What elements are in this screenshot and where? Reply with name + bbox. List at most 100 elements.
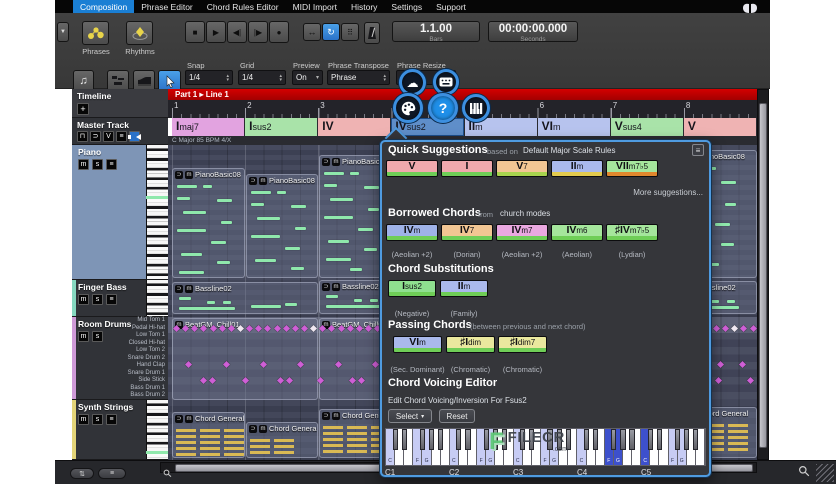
black-key[interactable] bbox=[593, 429, 599, 450]
view-mode-button[interactable]: ≡ bbox=[98, 468, 126, 479]
black-key[interactable] bbox=[419, 429, 426, 450]
black-key[interactable] bbox=[684, 429, 690, 450]
borrowed-chords-source[interactable]: church modes bbox=[500, 209, 550, 218]
quick-chord-button-i[interactable]: I bbox=[441, 160, 493, 177]
cloud-overlay-button[interactable]: ☁ bbox=[399, 69, 426, 96]
menu-item-chord-rules-editor[interactable]: Chord Rules Editor bbox=[200, 0, 286, 13]
black-key[interactable] bbox=[629, 429, 635, 450]
black-key[interactable] bbox=[428, 429, 435, 450]
voicing-reset-button[interactable]: Reset bbox=[439, 409, 475, 423]
zoom-icon[interactable] bbox=[798, 464, 810, 477]
track-synth-strings-solo-button[interactable]: s bbox=[92, 414, 103, 425]
loop-toggle-button[interactable]: ↻ bbox=[322, 23, 340, 41]
track-piano-menu-button[interactable]: ≡ bbox=[106, 159, 117, 170]
track-finger-bass-solo-button[interactable]: s bbox=[92, 294, 103, 305]
popup-menu-button[interactable]: ≡ bbox=[692, 144, 704, 156]
track-header-room-drums[interactable]: Room Drums m s Mid Tom 1 Pedal Hi-hat Low Tom… bbox=[72, 317, 168, 400]
chord-cell-iv[interactable]: IV bbox=[318, 118, 392, 136]
substitutions-chord-button-iim[interactable]: II m bbox=[440, 280, 488, 297]
collapse-toolbar-button[interactable]: ▼ bbox=[57, 22, 69, 42]
passing-chord-button--idim7[interactable]: ♯I dim7 bbox=[498, 336, 547, 353]
borrowed-chord-button-ivm[interactable]: IV m bbox=[386, 224, 438, 241]
borrowed-chord-button-ivm7[interactable]: IV m7 bbox=[496, 224, 548, 241]
menu-item-phrase-editor[interactable]: Phrase Editor bbox=[134, 0, 200, 13]
quick-chord-button-iim[interactable]: II m bbox=[551, 160, 603, 177]
menu-item-midi-import[interactable]: MIDI Import bbox=[286, 0, 344, 13]
track-room-drums-mute-button[interactable]: m bbox=[78, 331, 89, 342]
snap-field[interactable]: 1/4 ▴ ▾ bbox=[185, 70, 233, 85]
borrowed-chord-button-ivm6[interactable]: IV m6 bbox=[551, 224, 603, 241]
hscroll-zoom-icon[interactable] bbox=[163, 464, 172, 477]
menu-item-settings[interactable]: Settings bbox=[384, 0, 429, 13]
black-key[interactable] bbox=[620, 429, 626, 450]
track-finger-bass-menu-button[interactable]: ≡ bbox=[106, 294, 117, 305]
track-room-drums-solo-button[interactable]: s bbox=[92, 331, 103, 342]
rhythms-button[interactable] bbox=[126, 21, 153, 45]
black-key[interactable] bbox=[392, 429, 398, 450]
track-header-finger-bass[interactable]: Finger Bass m s ≡ bbox=[72, 280, 168, 317]
substitutions-chord-button-isus2[interactable]: Isus2 bbox=[388, 280, 436, 297]
span-mode-button[interactable]: ↔ bbox=[303, 23, 321, 41]
part-bar[interactable]: Part 1 ▸ Line 1 bbox=[168, 89, 757, 100]
quick-chord-button-viim7-5[interactable]: VII m7♭5 bbox=[606, 160, 658, 177]
track-synth-strings-menu-button[interactable]: ≡ bbox=[106, 414, 117, 425]
black-key[interactable] bbox=[647, 429, 653, 450]
borrowed-chord-button--ivm7-5[interactable]: ♯IV m7♭5 bbox=[606, 224, 658, 241]
chord-cell-v[interactable]: V bbox=[683, 118, 757, 136]
black-key[interactable] bbox=[583, 429, 590, 450]
voicing-select-button[interactable]: Select ▾ bbox=[388, 409, 432, 423]
black-key[interactable] bbox=[438, 429, 444, 450]
black-key[interactable] bbox=[456, 429, 462, 450]
chord-cell-vsus4[interactable]: Vsus4 bbox=[610, 118, 684, 136]
help-overlay-button[interactable]: ? bbox=[428, 93, 458, 123]
passing-chord-button-vim[interactable]: VI m bbox=[393, 336, 442, 353]
grid-stepper-icon[interactable]: ▴ ▾ bbox=[279, 73, 282, 82]
play-button[interactable]: ▶ bbox=[206, 21, 226, 43]
more-suggestions-link[interactable]: More suggestions... bbox=[633, 188, 703, 197]
passing-chord-button--idim[interactable]: ♯I dim bbox=[446, 336, 495, 353]
metronome-button[interactable] bbox=[364, 22, 380, 44]
black-key[interactable] bbox=[465, 429, 471, 450]
track-header-piano[interactable]: Piano m s ≡ bbox=[72, 145, 168, 280]
black-key[interactable] bbox=[401, 429, 407, 450]
quick-suggestions-rule-set[interactable]: Default Major Scale Rules bbox=[523, 146, 615, 155]
master-button-2[interactable]: V bbox=[103, 131, 114, 142]
phrases-button[interactable] bbox=[82, 21, 109, 45]
record-button[interactable]: ● bbox=[269, 21, 289, 43]
black-key[interactable] bbox=[656, 429, 663, 450]
quick-chord-button-v[interactable]: V bbox=[386, 160, 438, 177]
transpose-stepper-icon[interactable]: ▴ ▾ bbox=[383, 73, 386, 82]
add-track-button[interactable]: + bbox=[77, 103, 89, 115]
menu-item-support[interactable]: Support bbox=[429, 0, 473, 13]
phrase-transpose-field[interactable]: Phrase ▴ ▾ bbox=[327, 70, 390, 85]
view-zoom-button[interactable]: ⇅ bbox=[70, 468, 94, 479]
track-piano-solo-button[interactable]: s bbox=[92, 159, 103, 170]
go-to-end-button[interactable]: |▶ bbox=[248, 21, 268, 43]
preview-select[interactable]: On ▾ bbox=[292, 70, 323, 85]
time-display[interactable]: 00:00:00.000 Seconds bbox=[488, 21, 578, 43]
black-key[interactable] bbox=[611, 429, 617, 450]
palette-overlay-button[interactable] bbox=[393, 93, 423, 123]
menu-item-composition[interactable]: Composition bbox=[73, 0, 135, 13]
black-key[interactable] bbox=[693, 429, 699, 450]
vertical-scrollbar-thumb[interactable] bbox=[759, 103, 767, 448]
master-button-1[interactable]: ⊃ bbox=[90, 131, 101, 142]
snap-stepper-icon[interactable]: ▴ ▾ bbox=[226, 73, 229, 82]
chord-cell-imaj7[interactable]: Imaj7 bbox=[172, 118, 246, 136]
track-finger-bass-mute-button[interactable]: m bbox=[78, 294, 89, 305]
chord-cell-vim[interactable]: VI m bbox=[537, 118, 611, 136]
stop-button[interactable]: ■ bbox=[185, 21, 205, 43]
grid-field[interactable]: 1/4 ▴ ▾ bbox=[238, 70, 286, 85]
midi-keys-button[interactable]: ⠿ bbox=[341, 23, 359, 41]
piano-overlay-button[interactable] bbox=[462, 94, 490, 122]
menu-item-history[interactable]: History bbox=[344, 0, 384, 13]
go-to-start-button[interactable]: ◀| bbox=[227, 21, 247, 43]
master-speaker-button[interactable] bbox=[128, 131, 141, 142]
chord-cell-isus2[interactable]: Isus2 bbox=[245, 118, 319, 136]
track-header-synth-strings[interactable]: Synth Strings m s ≡ bbox=[72, 400, 168, 460]
position-display[interactable]: 1.1.00 Bars bbox=[392, 21, 480, 43]
keyboard-overlay-button[interactable] bbox=[433, 69, 459, 95]
vertical-scrollbar[interactable] bbox=[757, 89, 769, 460]
master-button-0[interactable]: ⊓ bbox=[77, 131, 88, 142]
borrowed-chord-button-iv7[interactable]: IV 7 bbox=[441, 224, 493, 241]
